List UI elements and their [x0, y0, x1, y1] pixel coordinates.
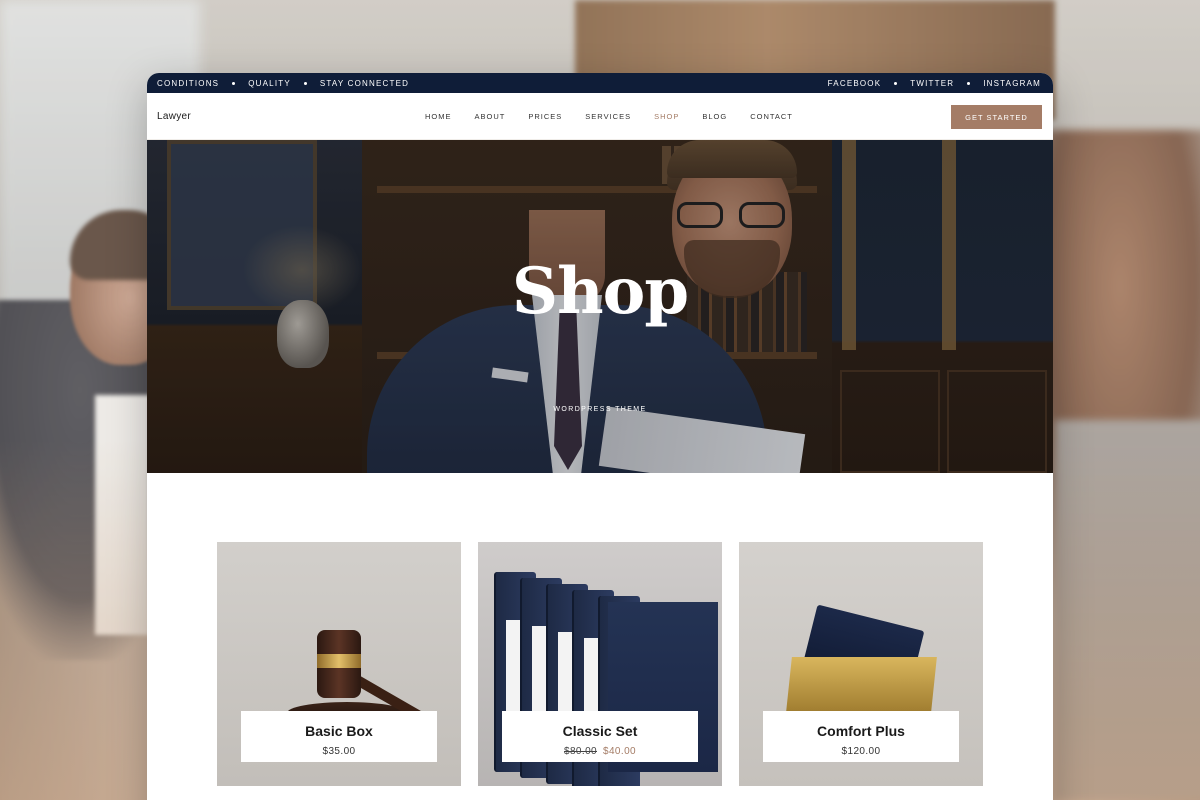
page-title: Shop — [511, 254, 689, 329]
product-caption: Classic Set $80.00 $40.00 — [502, 711, 698, 762]
separator-dot — [232, 81, 236, 85]
original-price: $80.00 — [564, 746, 597, 757]
current-price: $35.00 — [322, 746, 356, 757]
product-caption: Comfort Plus $120.00 — [763, 711, 959, 762]
link-twitter[interactable]: TWITTER — [910, 79, 954, 88]
main-menu: HOME ABOUT PRICES SERVICES SHOP BLOG CON… — [425, 93, 816, 140]
link-facebook[interactable]: FACEBOOK — [828, 79, 882, 88]
get-started-button[interactable]: GET STARTED — [951, 105, 1042, 129]
product-price: $35.00 — [241, 746, 437, 757]
page-subtitle: WORDPRESS THEME — [553, 406, 647, 413]
product-name[interactable]: Classic Set — [502, 723, 698, 739]
product-card-basic-box[interactable]: Basic Box $35.00 — [217, 542, 461, 786]
product-name[interactable]: Comfort Plus — [763, 723, 959, 739]
main-navbar: Lawyer HOME ABOUT PRICES SERVICES SHOP B… — [147, 93, 1053, 140]
product-price: $120.00 — [763, 746, 959, 757]
link-instagram[interactable]: INSTAGRAM — [983, 79, 1041, 88]
nav-blog[interactable]: BLOG — [702, 112, 727, 121]
top-bar-social-links: FACEBOOK TWITTER INSTAGRAM — [828, 79, 1041, 88]
separator-dot — [894, 81, 898, 85]
site-logo[interactable]: Lawyer — [157, 111, 191, 122]
current-price: $120.00 — [841, 746, 881, 757]
nav-shop[interactable]: SHOP — [654, 112, 679, 121]
product-card-classic-set[interactable]: Classic Set $80.00 $40.00 — [478, 542, 722, 786]
top-bar: CONDITIONS QUALITY STAY CONNECTED FACEBO… — [147, 73, 1053, 93]
sale-price: $40.00 — [603, 746, 636, 757]
separator-dot — [967, 81, 971, 85]
link-stay-connected[interactable]: STAY CONNECTED — [320, 79, 409, 88]
nav-prices[interactable]: PRICES — [528, 112, 562, 121]
top-bar-left-links: CONDITIONS QUALITY STAY CONNECTED — [157, 79, 409, 88]
hero-banner: Shop WORDPRESS THEME — [147, 140, 1053, 473]
product-grid: Basic Box $35.00 Classic Set $80.00 $40.0… — [147, 473, 1053, 800]
product-name[interactable]: Basic Box — [241, 723, 437, 739]
link-conditions[interactable]: CONDITIONS — [157, 79, 219, 88]
link-quality[interactable]: QUALITY — [248, 79, 291, 88]
nav-services[interactable]: SERVICES — [585, 112, 631, 121]
product-price: $80.00 $40.00 — [502, 746, 698, 757]
product-card-comfort-plus[interactable]: Comfort Plus $120.00 — [739, 542, 983, 786]
website-preview: CONDITIONS QUALITY STAY CONNECTED FACEBO… — [147, 73, 1053, 800]
nav-about[interactable]: ABOUT — [475, 112, 506, 121]
nav-home[interactable]: HOME — [425, 112, 452, 121]
product-caption: Basic Box $35.00 — [241, 711, 437, 762]
separator-dot — [303, 81, 307, 85]
nav-contact[interactable]: CONTACT — [750, 112, 793, 121]
